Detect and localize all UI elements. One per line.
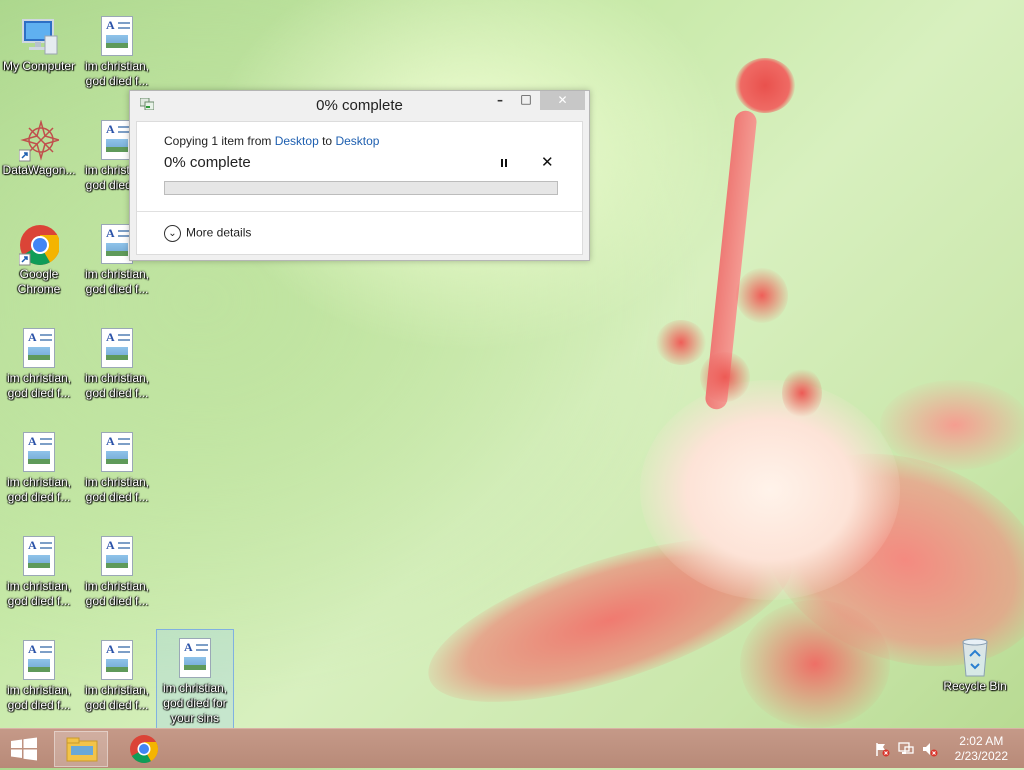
taskbar-file-explorer[interactable] [54, 731, 108, 767]
taskbar-chrome[interactable] [122, 731, 166, 767]
dialog-content: Copying 1 item from Desktop to Desktop 0… [136, 121, 583, 255]
chevron-down-icon: ⌄ [164, 225, 181, 242]
file-explorer-icon [66, 737, 98, 762]
wordpad-document-icon: A [97, 432, 137, 474]
document-icon-item[interactable]: A im christian, god died f... [79, 528, 155, 626]
wordpad-document-icon: A [175, 638, 215, 680]
wordpad-document-icon: A [97, 16, 137, 58]
progress-bar [164, 181, 558, 195]
start-button[interactable] [6, 731, 42, 767]
divider [137, 211, 582, 212]
recycle-bin-icon [955, 636, 995, 678]
destination-link[interactable]: Desktop [335, 134, 379, 148]
clock-date: 2/23/2022 [954, 749, 1008, 763]
document-icon-item[interactable]: A im christian, god died f... [79, 632, 155, 728]
progress-status: 0% complete [164, 154, 251, 171]
document-icon-item[interactable]: A im christian, god died f... [1, 632, 77, 728]
system-clock[interactable]: 2:02 AM 2/23/2022 [955, 734, 1008, 764]
copy-to-text: to [318, 134, 336, 148]
more-details-toggle[interactable]: ⌄ More details [164, 225, 251, 242]
taskbar: 2:02 AM 2/23/2022 [0, 728, 1024, 768]
recycle-bin[interactable]: Recycle Bin [937, 628, 1013, 726]
wordpad-document-icon: A [97, 640, 137, 682]
chrome-icon [130, 735, 158, 763]
dialog-title-bar[interactable]: 0% complete – □ ✕ [130, 91, 589, 121]
datawagon-icon [18, 119, 62, 162]
selected-document-icon[interactable]: A im christian, god died for your sins [156, 629, 234, 728]
chrome-icon [18, 224, 60, 266]
action-center-flag-icon[interactable] [874, 741, 890, 757]
document-icon-item[interactable]: A im christian, god died f... [79, 320, 155, 418]
copy-progress-dialog: 0% complete – □ ✕ Copying 1 item from De… [129, 90, 590, 261]
pause-button[interactable] [497, 156, 511, 170]
wordpad-document-icon: A [97, 328, 137, 370]
cancel-copy-button[interactable]: ✕ [541, 153, 554, 171]
wordpad-document-icon: A [19, 432, 59, 474]
windows-logo-icon [11, 737, 37, 761]
network-icon[interactable] [898, 741, 914, 757]
minimize-button[interactable]: – [490, 93, 510, 112]
my-computer-icon[interactable]: My Computer [1, 8, 77, 106]
clock-time: 2:02 AM [959, 734, 1004, 748]
source-link[interactable]: Desktop [275, 134, 319, 148]
more-details-label: More details [186, 225, 252, 240]
google-chrome-shortcut[interactable]: Google Chrome [1, 216, 77, 314]
datawagon-shortcut[interactable]: DataWagon... [1, 112, 77, 210]
document-icon-item[interactable]: A im christian, god died f... [79, 424, 155, 522]
volume-muted-icon[interactable] [922, 741, 938, 757]
document-icon-item[interactable]: A im christian, god died f... [1, 424, 77, 522]
wordpad-document-icon: A [19, 640, 59, 682]
wordpad-document-icon: A [19, 328, 59, 370]
wordpad-document-icon: A [19, 536, 59, 578]
computer-icon [19, 16, 59, 58]
copy-description: Copying 1 item from Desktop to Desktop [164, 134, 379, 148]
document-icon-item[interactable]: A im christian, god died f... [1, 320, 77, 418]
copy-prefix-text: Copying 1 item from [164, 134, 275, 148]
maximize-button[interactable]: □ [514, 92, 538, 111]
wordpad-document-icon: A [97, 536, 137, 578]
document-icon-item[interactable]: A im christian, god died f... [1, 528, 77, 626]
close-button[interactable]: ✕ [540, 91, 585, 110]
